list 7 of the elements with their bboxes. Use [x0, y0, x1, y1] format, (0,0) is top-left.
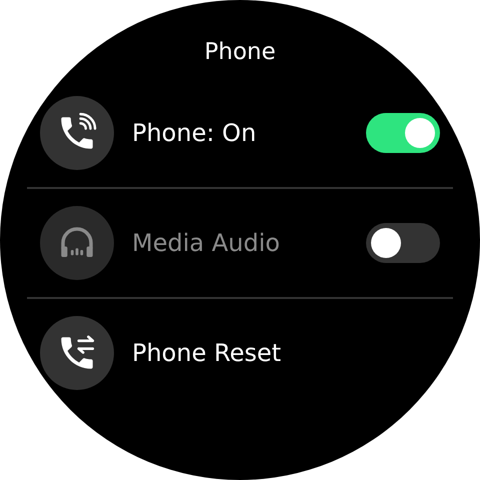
screen-title: Phone	[204, 38, 276, 67]
toggle-switch[interactable]	[366, 113, 440, 153]
row-label: Phone Reset	[132, 339, 282, 367]
settings-row[interactable]: Phone: On	[27, 79, 453, 187]
settings-row[interactable]: Phone Reset	[27, 299, 453, 407]
row-label: Media Audio	[132, 229, 281, 257]
row-label: Phone: On	[132, 119, 258, 147]
